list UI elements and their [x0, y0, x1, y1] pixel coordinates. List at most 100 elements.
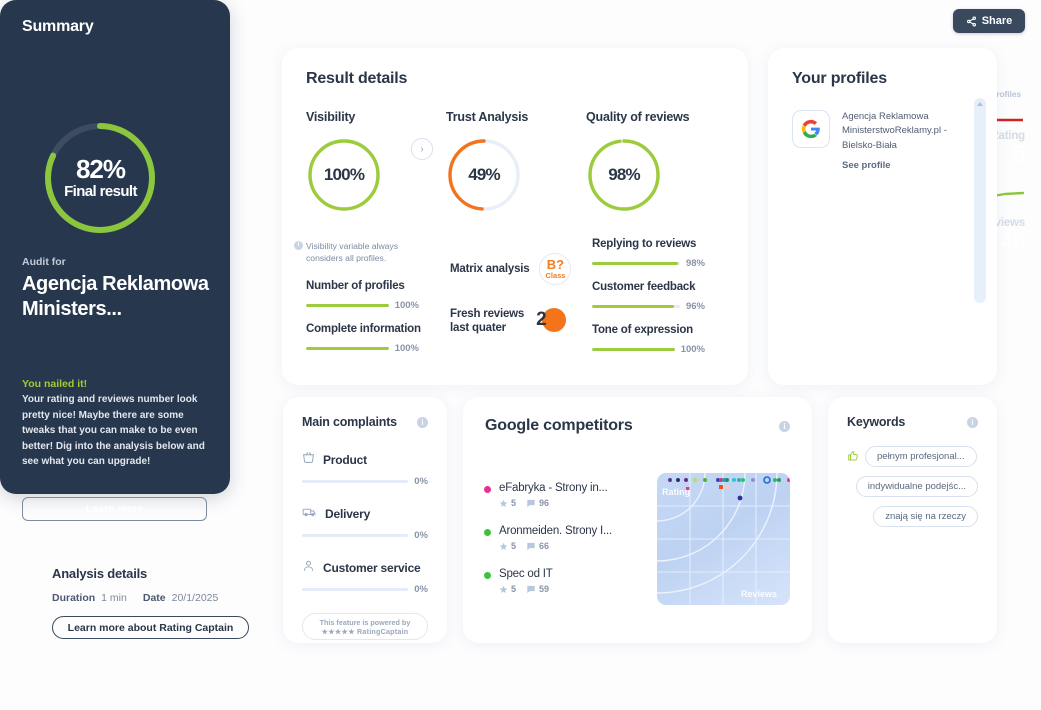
duration-value: 1 min [101, 592, 127, 604]
complaint-product: Product 0% [302, 451, 428, 487]
info-icon-competitors[interactable]: i [779, 420, 790, 432]
metric-quality-ring: 98% [586, 137, 662, 213]
bar-customer-feedback: Customer feedback 96% [592, 281, 705, 312]
analysis-details: Analysis details Duration 1 min Date 20/… [52, 566, 272, 639]
complaint-value: 0% [414, 584, 428, 595]
competitor-reviews: 59 [526, 584, 549, 594]
keyword-chip[interactable]: pełnym profesjonal... [865, 446, 977, 467]
competitor-item[interactable]: Aronmeiden. Strony I... 5 66 [484, 525, 679, 551]
share-button[interactable]: Share [953, 9, 1025, 33]
powered-by-badge: This feature is powered by ★★★★★ RatingC… [302, 613, 428, 640]
complaint-label: Product [323, 453, 367, 467]
summary-title: Summary [22, 18, 94, 35]
fresh-reviews-line1: Fresh reviews [450, 307, 525, 320]
info-icon-complaints[interactable]: i [417, 416, 428, 428]
audit-for-label: Audit for [22, 256, 66, 268]
bar-track [592, 262, 680, 265]
keyword-chip[interactable]: znają się na rzeczy [873, 506, 978, 527]
profiles-scrollbar[interactable] [974, 98, 986, 303]
complaints-list: Product 0% Delivery 0% Customer service … [302, 451, 428, 640]
nailed-text: Your rating and reviews number look pret… [22, 394, 205, 467]
person-icon [302, 559, 315, 577]
metric-trust-value: 49% [468, 165, 500, 184]
competitor-item[interactable]: eFabryka - Strony in... 5 96 [484, 482, 679, 508]
matrix-y-axis-label: Rating [662, 487, 690, 497]
matrix-analysis-label: Matrix analysis [450, 262, 530, 275]
truck-icon [302, 505, 317, 523]
profile-text-block: Agencja Reklamowa MinisterstwoReklamy.pl… [842, 110, 967, 171]
analysis-title: Analysis details [52, 566, 148, 581]
summary-card: Summary based on 1/1 profiles Rating 5 R… [0, 0, 1026, 521]
bar-value: 96% [685, 301, 705, 312]
visibility-hint: i Visibility variable always considers a… [294, 240, 436, 265]
competitor-reviews-value: 96 [539, 498, 550, 508]
metric-quality-value: 98% [608, 165, 640, 184]
final-result-percent: 82% [75, 154, 126, 184]
fresh-reviews-badge: 2 [536, 306, 567, 336]
info-icon-visibility: i [294, 241, 303, 250]
complaints-header: Main complaints i [302, 415, 428, 429]
bar-value: 100% [394, 343, 419, 354]
complaint-bar-track [302, 480, 409, 483]
powered-line-2: ★★★★★ RatingCaptain [321, 626, 409, 636]
metric-visibility-value: 100% [323, 165, 365, 184]
chevron-right-icon-quality[interactable]: › [411, 138, 433, 160]
competitor-reviews-value: 59 [539, 584, 550, 594]
bar-label: Number of profiles [306, 280, 405, 292]
date-label: Date [142, 592, 166, 604]
bar-track [306, 304, 389, 307]
google-competitors-title: Google competitors [485, 417, 633, 434]
see-profile-link[interactable]: See profile [842, 160, 967, 171]
bar-replying-to-reviews: Replying to reviews 98% [592, 238, 705, 269]
your-profiles-card: Your profiles Agencja Reklamowa Minister… [768, 48, 997, 385]
matrix-class-badge: B? Class [539, 253, 572, 285]
info-icon-keywords[interactable]: i [967, 416, 978, 428]
visibility-hint-text: Visibility variable always considers all… [306, 241, 399, 264]
competitor-name: eFabryka - Strony in... [499, 482, 608, 494]
competitors-list: eFabryka - Strony in... 5 96 Aronmeiden.… [484, 482, 679, 611]
keywords-header: Keywords i [847, 415, 978, 429]
competitor-reviews-value: 66 [539, 541, 550, 551]
profile-name: Agencja Reklamowa MinisterstwoReklamy.pl… [842, 111, 947, 151]
keyword-row: pełnym profesjonal... [847, 446, 978, 467]
keywords-card: Keywords i pełnym profesjonal... indywid… [828, 397, 997, 643]
metric-visibility-ring: 100% [306, 137, 382, 213]
complaint-bar-track [302, 588, 409, 591]
result-details-card: Result details Visibility 100% › Trust A… [282, 48, 748, 385]
share-icon [966, 16, 977, 27]
competitor-reviews: 66 [526, 541, 549, 551]
profile-list-item[interactable]: Agencja Reklamowa MinisterstwoReklamy.pl… [792, 110, 967, 171]
final-result-label: Final result [64, 183, 137, 200]
learn-more-rating-captain-button[interactable]: Learn more about Rating Captain [52, 616, 249, 639]
bar-number-of-profiles: Number of profiles 100% [306, 280, 419, 311]
bar-complete-information: Complete information 100% [306, 323, 421, 354]
matrix-x-axis-label: Reviews [741, 589, 777, 599]
matrix-class-text: Class [545, 271, 566, 280]
main-complaints-card: Main complaints i Product 0% Delivery 0%… [283, 397, 447, 643]
bar-label: Replying to reviews [592, 238, 697, 250]
fresh-reviews-label: Fresh reviews last quater [450, 307, 524, 336]
bar-label: Complete information [306, 323, 421, 335]
metric-quality-label: Quality of reviews [586, 110, 690, 124]
keyword-chip[interactable]: indywidualne podejśc... [855, 476, 978, 497]
audit-name: Agencja Reklamowa Ministers... [22, 273, 209, 321]
competitor-item[interactable]: Spec od IT 5 59 [484, 568, 679, 594]
competitor-name: Spec od IT [499, 568, 553, 580]
duration-label: Duration [52, 592, 96, 604]
complaint-value: 0% [414, 530, 428, 541]
fresh-reviews-line2: last quater [450, 322, 506, 334]
basket-icon [302, 451, 315, 469]
matrix-analysis-row: Matrix analysis B? Class [450, 253, 572, 285]
metric-visibility: Visibility 100% › [306, 110, 446, 213]
bar-track [592, 305, 680, 308]
metric-trust-label: Trust Analysis [446, 110, 529, 124]
scroll-up-arrow-icon [977, 102, 983, 106]
competitor-rating-value: 5 [511, 584, 517, 594]
date-value: 20/1/2025 [171, 592, 219, 604]
competitor-reviews: 96 [526, 498, 549, 508]
share-label: Share [981, 15, 1013, 27]
final-result-donut: 82% Final result [38, 118, 163, 238]
your-profiles-title: Your profiles [792, 70, 887, 87]
thumbs-up-icon [847, 450, 859, 464]
competitor-rating-value: 5 [511, 541, 517, 551]
